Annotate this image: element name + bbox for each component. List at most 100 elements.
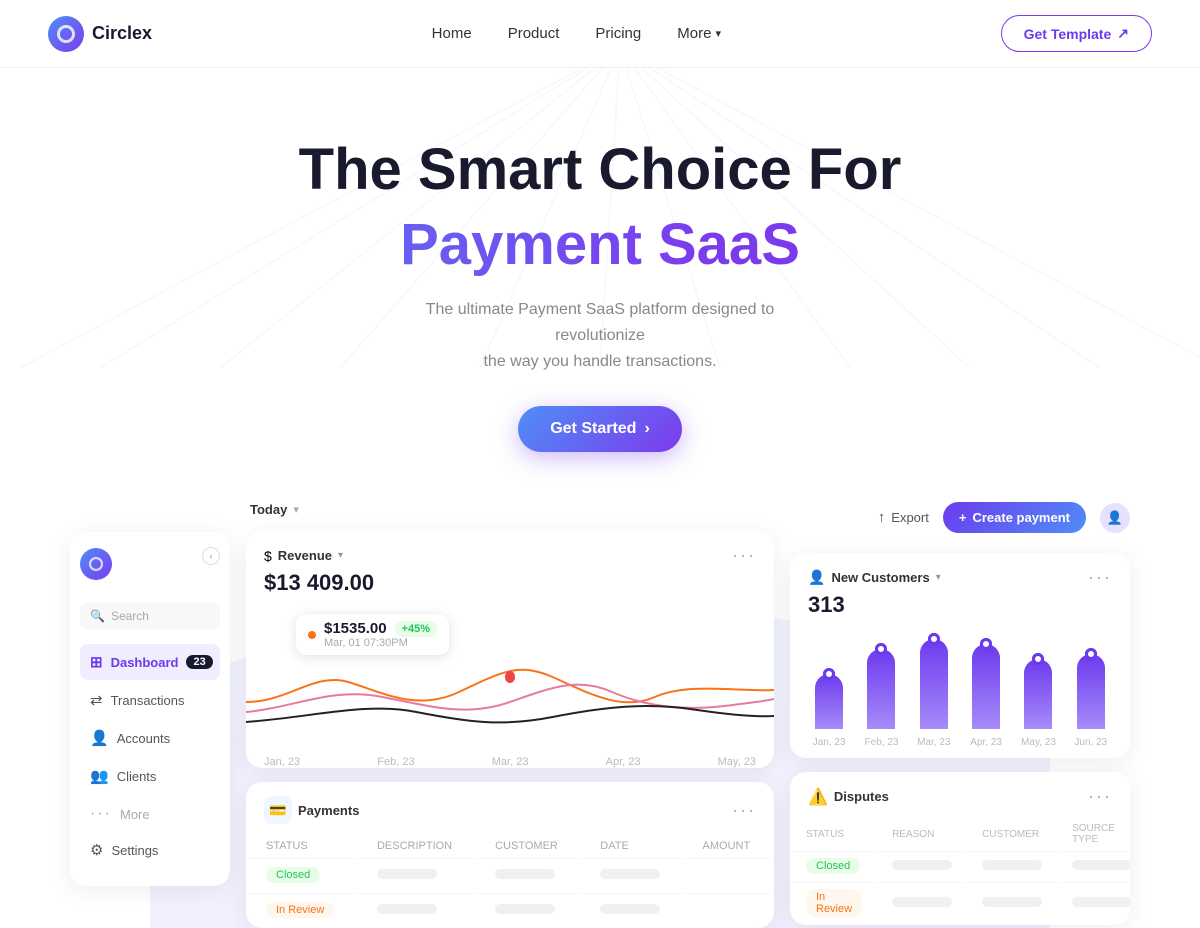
dollar-icon: $ bbox=[264, 548, 272, 564]
get-started-button[interactable]: Get Started › bbox=[518, 406, 682, 452]
top-bar: ↑ Export + Create payment 👤 bbox=[790, 502, 1130, 539]
payments-col-amount: AMOUNT bbox=[685, 836, 772, 856]
arrow-icon: ↗ bbox=[1117, 25, 1129, 42]
disputes-col-source: SOURCE TYPE bbox=[1058, 819, 1130, 849]
nav-home[interactable]: Home bbox=[432, 25, 472, 42]
sidebar-collapse-button[interactable]: ‹ bbox=[202, 547, 220, 565]
export-button[interactable]: ↑ Export bbox=[878, 509, 929, 526]
disputes-table: STATUS REASON CUSTOMER SOURCE TYPE AMOUN… bbox=[790, 817, 1130, 925]
revenue-amount: $13 409.00 bbox=[246, 570, 774, 606]
reason-placeholder bbox=[892, 897, 952, 907]
sidebar-item-clients[interactable]: 👥 Clients bbox=[80, 758, 220, 794]
bar-group-mar: Mar, 23 bbox=[913, 639, 955, 748]
logo[interactable]: Circlex bbox=[48, 16, 152, 52]
customers-title-row: 👤 New Customers ▾ bbox=[808, 569, 941, 586]
nav-product[interactable]: Product bbox=[508, 25, 560, 42]
table-row: Closed $52.30 bbox=[792, 851, 1130, 880]
sidebar-logo bbox=[80, 548, 112, 580]
dashboard-icon: ⊞ bbox=[90, 653, 103, 671]
hero-title-line2: Payment SaaS bbox=[20, 210, 1180, 280]
customers-bar-chart: Jan, 23 Feb, 23 bbox=[790, 628, 1130, 758]
customers-icon: 👤 bbox=[808, 569, 825, 586]
status-badge: Closed bbox=[266, 867, 320, 883]
logo-icon bbox=[48, 16, 84, 52]
payments-col-description: DESCRIPTION bbox=[359, 836, 475, 856]
customers-card: 👤 New Customers ▾ ··· 313 bbox=[790, 553, 1130, 758]
disputes-card-header: ⚠️ Disputes ··· bbox=[790, 772, 1130, 817]
preview-container: ‹ 🔍 Search ⊞ Dashboard 23 ⇄ Transactions… bbox=[70, 502, 1130, 928]
bar-group-apr: Apr, 23 bbox=[965, 644, 1007, 748]
date-filter-label[interactable]: Today bbox=[250, 502, 287, 517]
revenue-chart: $1535.00 +45% Mar, 01 07:30PM bbox=[246, 606, 774, 756]
revenue-card-menu[interactable]: ··· bbox=[732, 545, 756, 566]
description-placeholder bbox=[377, 904, 437, 914]
sidebar-item-dashboard[interactable]: ⊞ Dashboard 23 bbox=[80, 644, 220, 680]
status-badge: In Review bbox=[266, 902, 334, 918]
hero-section: The Smart Choice For Payment SaaS The ul… bbox=[0, 68, 1200, 492]
arrow-right-icon: › bbox=[644, 420, 649, 438]
search-icon: 🔍 bbox=[90, 609, 105, 623]
customer-placeholder bbox=[982, 897, 1042, 907]
date-filter-arrow: ▾ bbox=[293, 503, 299, 516]
sidebar-item-settings[interactable]: ⚙ Settings bbox=[80, 832, 220, 868]
sidebar-search[interactable]: 🔍 Search bbox=[80, 602, 220, 630]
payments-col-date: DATE bbox=[582, 836, 682, 856]
payments-title-row: 💳 Payments bbox=[264, 796, 359, 824]
revenue-card-header: $ Revenue ▾ ··· bbox=[246, 531, 774, 570]
dashboard-preview: ‹ 🔍 Search ⊞ Dashboard 23 ⇄ Transactions… bbox=[50, 502, 1150, 928]
revenue-title-arrow: ▾ bbox=[338, 550, 343, 561]
disputes-card: ⚠️ Disputes ··· STATUS REASON CUSTOMER S… bbox=[790, 772, 1130, 925]
hero-content: The Smart Choice For Payment SaaS The ul… bbox=[20, 138, 1180, 452]
disputes-title-row: ⚠️ Disputes bbox=[808, 787, 889, 807]
hero-subtitle: The ultimate Payment SaaS platform desig… bbox=[410, 297, 790, 374]
status-badge: Closed bbox=[806, 858, 860, 874]
reason-placeholder bbox=[892, 860, 952, 870]
avatar: 👤 bbox=[1100, 503, 1130, 533]
customers-card-menu[interactable]: ··· bbox=[1088, 567, 1112, 588]
description-placeholder bbox=[377, 869, 437, 879]
customer-placeholder bbox=[982, 860, 1042, 870]
main-panel: Today ▾ $ Revenue ▾ ··· $13 409.00 bbox=[246, 502, 774, 928]
sidebar-item-transactions[interactable]: ⇄ Transactions bbox=[80, 682, 220, 718]
source-placeholder bbox=[1072, 897, 1130, 907]
nav-links: Home Product Pricing More ▾ bbox=[432, 25, 721, 42]
disputes-col-status: STATUS bbox=[792, 819, 876, 849]
sidebar: ‹ 🔍 Search ⊞ Dashboard 23 ⇄ Transactions… bbox=[70, 532, 230, 886]
bar-group-may: May, 23 bbox=[1017, 659, 1059, 748]
create-payment-button[interactable]: + Create payment bbox=[943, 502, 1086, 533]
clients-icon: 👥 bbox=[90, 767, 109, 785]
bar-group-jan: Jan, 23 bbox=[808, 674, 850, 748]
table-row: In Review bbox=[248, 893, 772, 926]
disputes-col-customer: CUSTOMER bbox=[968, 819, 1056, 849]
customer-placeholder bbox=[495, 904, 555, 914]
payments-col-status: STATUS bbox=[248, 836, 357, 856]
date-placeholder bbox=[600, 904, 660, 914]
customers-title-arrow: ▾ bbox=[936, 572, 941, 583]
revenue-card: $ Revenue ▾ ··· $13 409.00 $1535.00 bbox=[246, 531, 774, 768]
logo-text: Circlex bbox=[92, 23, 152, 44]
nav-pricing[interactable]: Pricing bbox=[595, 25, 641, 42]
revenue-chart-labels: Jan, 23 Feb, 23 Mar, 23 Apr, 23 May, 23 bbox=[246, 756, 774, 768]
disputes-card-menu[interactable]: ··· bbox=[1088, 786, 1112, 807]
plus-icon: + bbox=[959, 510, 967, 525]
status-badge: In Review bbox=[806, 889, 862, 917]
export-icon: ↑ bbox=[878, 509, 886, 526]
transactions-icon: ⇄ bbox=[90, 691, 103, 709]
date-placeholder bbox=[600, 869, 660, 879]
customers-card-header: 👤 New Customers ▾ ··· bbox=[790, 553, 1130, 592]
navbar: Circlex Home Product Pricing More ▾ Get … bbox=[0, 0, 1200, 68]
settings-icon: ⚙ bbox=[90, 841, 103, 859]
payments-card-menu[interactable]: ··· bbox=[732, 800, 756, 821]
revenue-title-row: $ Revenue ▾ bbox=[264, 548, 343, 564]
disputes-icon: ⚠️ bbox=[808, 787, 828, 807]
chevron-down-icon: ▾ bbox=[715, 27, 721, 40]
hero-title-line1: The Smart Choice For bbox=[20, 138, 1180, 202]
get-template-button[interactable]: Get Template ↗ bbox=[1001, 15, 1152, 52]
accounts-icon: 👤 bbox=[90, 729, 109, 747]
table-row: Closed bbox=[248, 858, 772, 891]
sidebar-item-more[interactable]: ··· More bbox=[80, 796, 220, 832]
payments-col-customer: CUSTOMER bbox=[477, 836, 580, 856]
sidebar-item-accounts[interactable]: 👤 Accounts bbox=[80, 720, 220, 756]
table-row: In Review $15.40 bbox=[792, 882, 1130, 923]
nav-more[interactable]: More ▾ bbox=[677, 25, 721, 42]
